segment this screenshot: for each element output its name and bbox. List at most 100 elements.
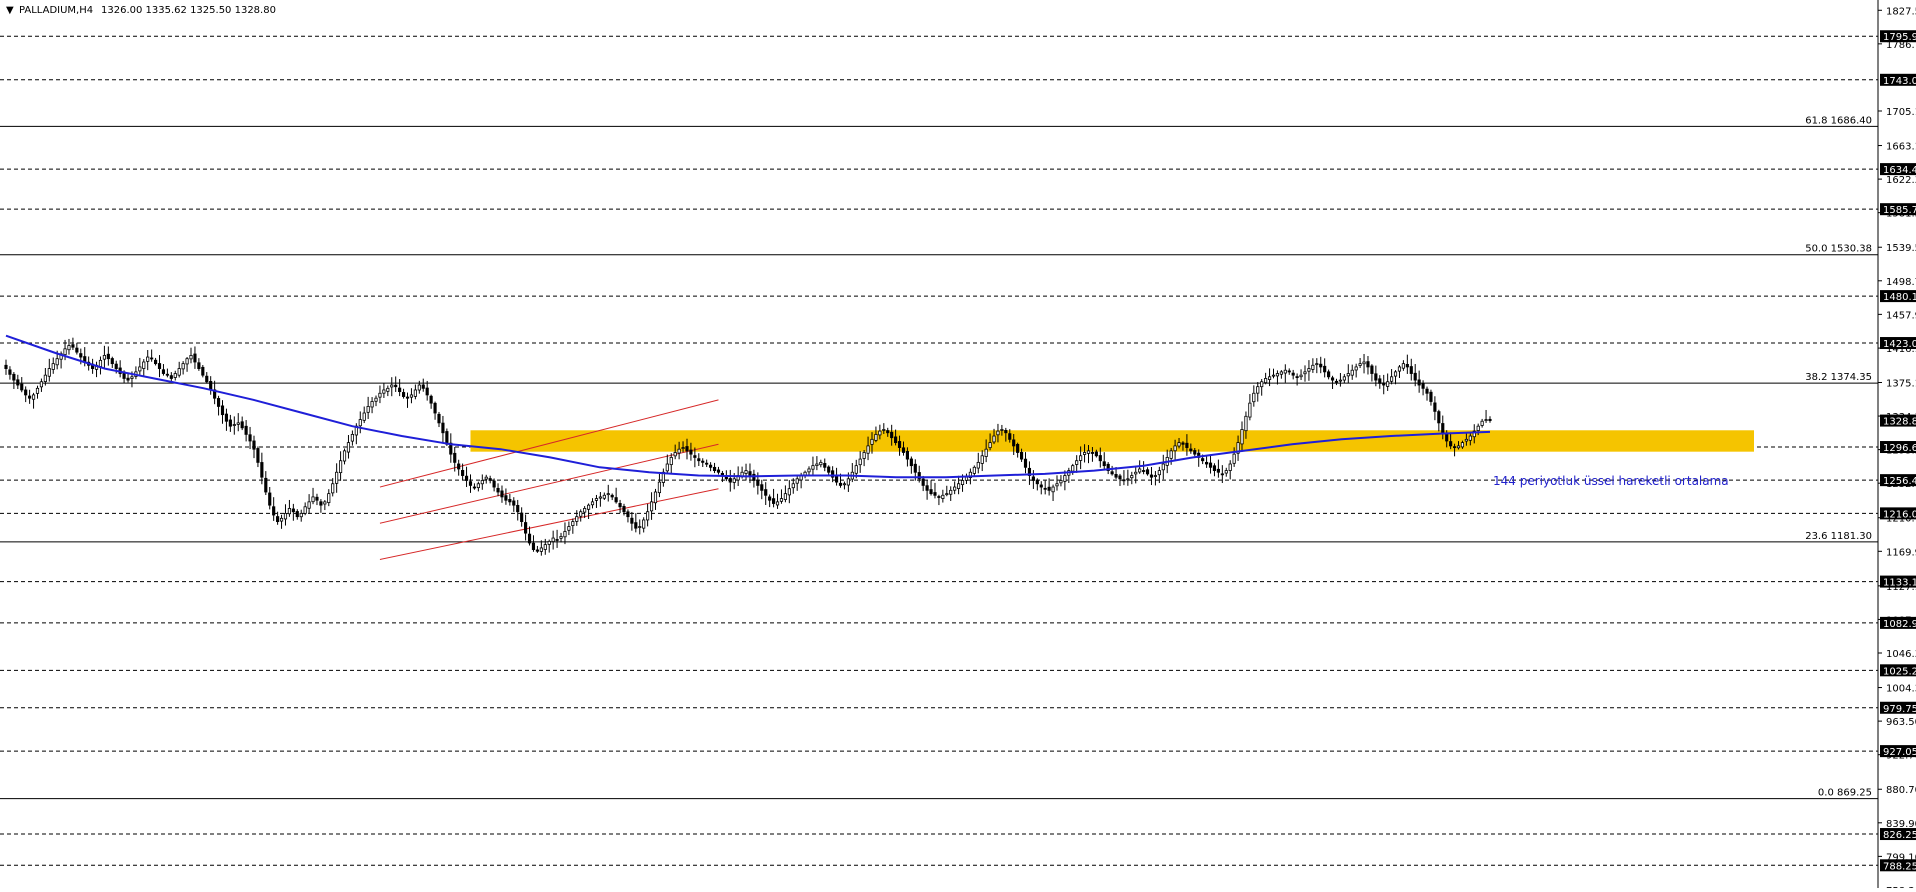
candle-body bbox=[1299, 374, 1303, 378]
candle-body bbox=[527, 533, 532, 544]
candle-body bbox=[862, 452, 866, 459]
candle-body bbox=[614, 497, 618, 503]
candle-body bbox=[925, 485, 929, 491]
candle-body bbox=[1338, 379, 1342, 382]
candle-body bbox=[1051, 486, 1055, 493]
price-box-label: 1025.25 bbox=[1883, 666, 1916, 677]
candle-body bbox=[815, 463, 819, 467]
candle-body bbox=[268, 492, 272, 506]
candle-body bbox=[894, 436, 898, 444]
candle-body bbox=[232, 424, 236, 426]
candle-body bbox=[311, 496, 315, 503]
candle-body bbox=[638, 526, 642, 528]
candle-body bbox=[941, 494, 945, 499]
candle-body bbox=[1082, 452, 1087, 455]
candle-body bbox=[728, 478, 732, 483]
candle-body bbox=[1315, 363, 1319, 366]
candle-body bbox=[142, 361, 146, 369]
candle-body bbox=[1090, 452, 1095, 454]
fib-label-0: 61.8 1686.40 bbox=[1805, 115, 1872, 126]
candle-body bbox=[398, 387, 402, 393]
fib-label-3: 23.6 1181.30 bbox=[1805, 531, 1872, 542]
candle-body bbox=[386, 387, 390, 392]
candle-body bbox=[256, 448, 260, 463]
candle-body bbox=[1327, 371, 1331, 378]
candle-body bbox=[47, 368, 51, 377]
candle-body bbox=[1437, 411, 1441, 424]
price-tick-label: 1622.30 bbox=[1886, 175, 1916, 186]
candle-body bbox=[1173, 445, 1177, 452]
candle-body bbox=[193, 353, 197, 363]
price-chart[interactable]: 61.8 1686.40 50.0 1530.38 38.2 1374.35 23.6… bbox=[0, 0, 1916, 892]
candle-body bbox=[697, 458, 701, 462]
candle-body bbox=[1248, 402, 1252, 418]
candle-body bbox=[653, 491, 658, 504]
candle-body bbox=[1484, 419, 1488, 421]
candle-body bbox=[858, 458, 862, 466]
candle-body bbox=[921, 478, 925, 486]
candle-body bbox=[622, 506, 626, 513]
candle-body bbox=[712, 466, 717, 471]
candle-body bbox=[1425, 388, 1429, 394]
candle-body bbox=[28, 395, 32, 399]
level-price-box: 979.75 bbox=[1880, 701, 1916, 715]
candle-body bbox=[602, 494, 606, 499]
level-price-box: 1296.65 bbox=[1880, 441, 1916, 454]
candle-body bbox=[1390, 376, 1394, 382]
candle-body bbox=[949, 489, 953, 495]
candle-body bbox=[1086, 450, 1091, 454]
candle-body bbox=[610, 494, 614, 498]
candle-body bbox=[606, 493, 610, 496]
candle-body bbox=[1114, 474, 1118, 478]
candle-body bbox=[102, 355, 106, 360]
candle-body bbox=[567, 526, 571, 531]
candle-body bbox=[760, 484, 764, 491]
price-tick-label: 1169.90 bbox=[1886, 547, 1916, 558]
candle-body bbox=[929, 489, 933, 495]
candle-body bbox=[197, 362, 201, 369]
candle-body bbox=[264, 477, 268, 493]
candle-body bbox=[669, 457, 673, 466]
candle-body bbox=[1059, 480, 1063, 484]
candle-body bbox=[177, 368, 181, 376]
candle-body bbox=[43, 374, 47, 382]
candle-body bbox=[472, 486, 477, 489]
candle-body bbox=[12, 373, 16, 381]
candle-body bbox=[1362, 361, 1366, 365]
candle-body bbox=[224, 413, 229, 422]
candle-body bbox=[394, 384, 398, 388]
candle-body bbox=[1366, 361, 1370, 368]
candle-body bbox=[216, 398, 221, 407]
candle-body bbox=[205, 375, 209, 383]
candle-body bbox=[1323, 365, 1327, 373]
candle-body bbox=[764, 489, 768, 496]
candle-body bbox=[1201, 458, 1205, 462]
candle-body bbox=[319, 501, 323, 506]
candle-body bbox=[886, 430, 890, 434]
chart-container[interactable]: 61.8 1686.40 50.0 1530.38 38.2 1374.35 23.6… bbox=[0, 0, 1916, 892]
candle-body bbox=[1004, 429, 1008, 434]
level-price-box: 1256.40 bbox=[1880, 474, 1916, 487]
candle-body bbox=[335, 471, 339, 484]
candle-body bbox=[882, 429, 886, 431]
candle-body bbox=[1138, 468, 1142, 473]
level-price-box: 1585.75 bbox=[1880, 203, 1916, 216]
candle-body bbox=[807, 468, 811, 473]
candle-body bbox=[1079, 455, 1083, 461]
support-zone[interactable] bbox=[470, 430, 1755, 452]
candle-body bbox=[1157, 470, 1161, 476]
candle-body bbox=[1307, 368, 1311, 372]
candle-body bbox=[543, 544, 547, 550]
price-tick-label: 1046.30 bbox=[1886, 649, 1916, 660]
price-box-label: 788.25 bbox=[1883, 861, 1916, 872]
candle-body bbox=[445, 431, 449, 445]
candle-body bbox=[787, 488, 791, 496]
candle-body bbox=[138, 366, 142, 372]
candle-body bbox=[260, 462, 264, 478]
candle-body bbox=[838, 482, 843, 486]
chart-menu-icon[interactable]: ▼ bbox=[6, 5, 14, 16]
candle-body bbox=[1346, 373, 1350, 377]
candle-body bbox=[1449, 441, 1453, 447]
candle-body bbox=[531, 542, 536, 550]
candle-body bbox=[358, 419, 362, 427]
